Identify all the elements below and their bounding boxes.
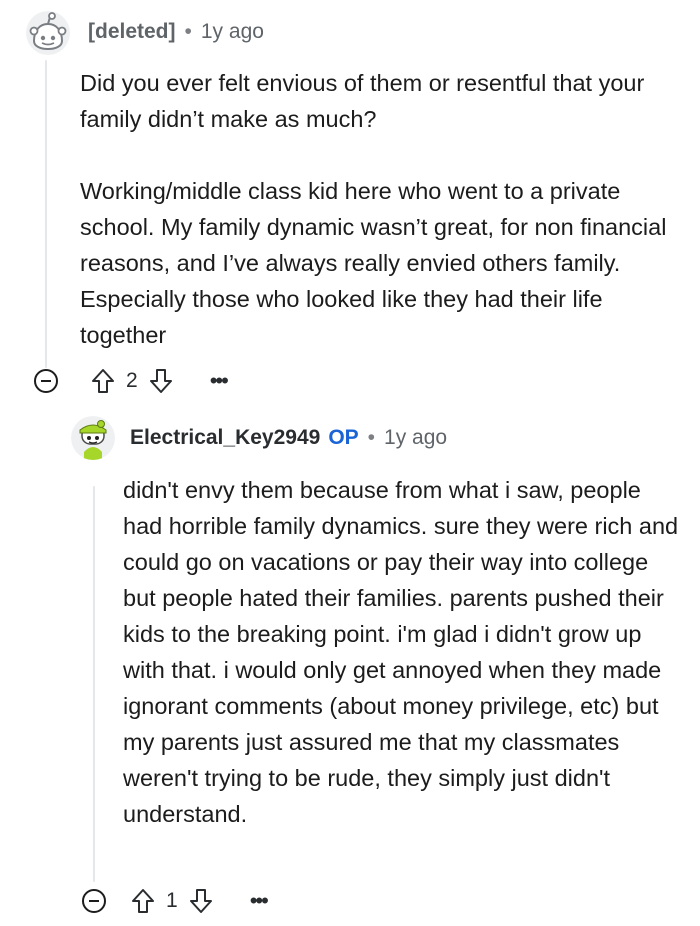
vote-count: 1 xyxy=(166,889,178,912)
upvote-icon[interactable] xyxy=(130,887,156,915)
meta-separator: • xyxy=(367,426,376,449)
comment-actions: 2 ••• xyxy=(34,366,229,396)
comment-paragraph: Did you ever felt envious of them or res… xyxy=(80,70,645,132)
comment-paragraph: Working/middle class kid here who went t… xyxy=(80,178,667,348)
vote-count: 2 xyxy=(126,369,138,392)
upvote-icon[interactable] xyxy=(90,367,116,395)
comment-body: Did you ever felt envious of them or res… xyxy=(80,65,680,353)
op-badge: OP xyxy=(328,426,359,449)
comment-meta: Electrical_Key2949 OP • 1y ago xyxy=(130,426,447,450)
thread-line-parent[interactable] xyxy=(45,60,47,368)
snoo-green-avatar[interactable] xyxy=(71,416,115,460)
downvote-icon[interactable] xyxy=(188,887,214,915)
collapse-thread-button[interactable] xyxy=(82,889,106,913)
comment-timestamp[interactable]: 1y ago xyxy=(201,20,264,44)
comment-actions: 1 ••• xyxy=(82,886,269,916)
more-options-icon[interactable]: ••• xyxy=(210,370,229,392)
meta-separator: • xyxy=(184,20,192,43)
comment-username[interactable]: [deleted] xyxy=(88,20,176,44)
comment-timestamp[interactable]: 1y ago xyxy=(384,426,447,450)
collapse-thread-button[interactable] xyxy=(34,369,58,393)
comment-username[interactable]: Electrical_Key2949 xyxy=(130,426,320,450)
comment-meta: [deleted] • 1y ago xyxy=(88,20,264,44)
comment-paragraph: didn't envy them because from what i saw… xyxy=(123,477,679,827)
comment-body: didn't envy them because from what i saw… xyxy=(123,472,683,832)
more-options-icon[interactable]: ••• xyxy=(250,890,269,912)
thread-line-reply[interactable] xyxy=(93,486,95,882)
downvote-icon[interactable] xyxy=(148,367,174,395)
deleted-user-avatar[interactable] xyxy=(26,11,70,55)
